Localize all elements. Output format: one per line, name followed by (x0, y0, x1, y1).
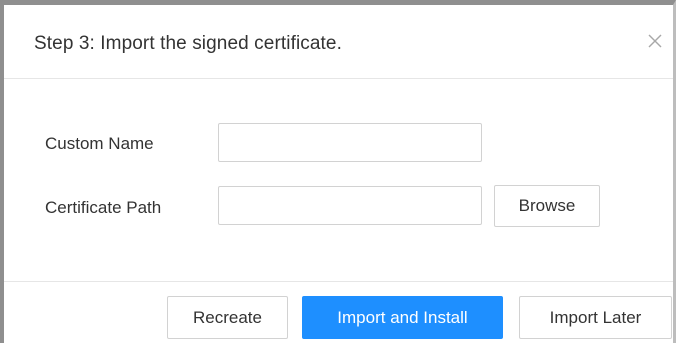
import-and-install-button[interactable]: Import and Install (302, 296, 503, 339)
recreate-button[interactable]: Recreate (167, 296, 288, 339)
custom-name-label: Custom Name (45, 134, 154, 153)
import-later-button[interactable]: Import Later (519, 296, 672, 339)
certificate-path-label: Certificate Path (45, 198, 162, 217)
close-icon[interactable] (645, 31, 665, 51)
dialog-title: Step 3: Import the signed certificate. (34, 33, 342, 54)
import-certificate-dialog: Step 3: Import the signed certificate. C… (0, 0, 676, 343)
dialog-header: Step 3: Import the signed certificate. (4, 5, 673, 79)
custom-name-input[interactable] (218, 123, 482, 162)
browse-button[interactable]: Browse (494, 185, 600, 227)
footer-divider (4, 281, 673, 282)
certificate-path-input[interactable] (218, 186, 482, 225)
